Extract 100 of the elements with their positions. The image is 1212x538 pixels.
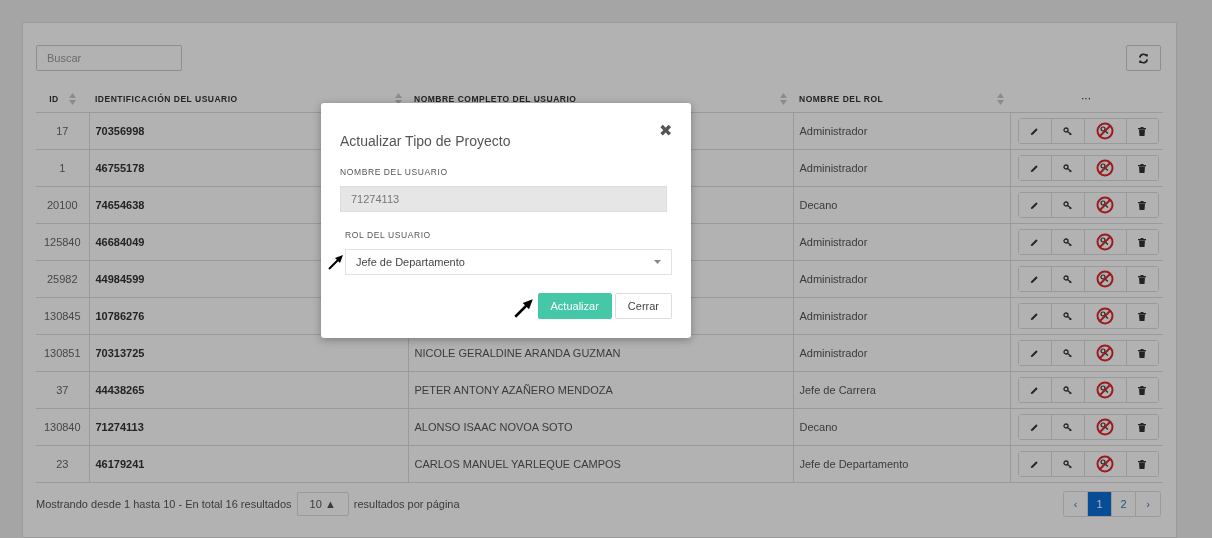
page-size-select[interactable]: 10 ▲ [296, 492, 349, 516]
pencil-icon [1030, 311, 1039, 321]
id-cell: 1 [59, 162, 66, 174]
role-cell: Jefe de Carrera [799, 384, 876, 396]
edit-button[interactable] [1018, 452, 1052, 476]
role-cell: Decano [799, 199, 838, 211]
role-select[interactable]: Jefe de Departamento [345, 249, 672, 275]
pointer-arrow-icon [328, 254, 344, 270]
id-cell: 125840 [43, 236, 81, 248]
pencil-icon [1030, 459, 1039, 469]
caret-icon [654, 260, 661, 264]
id-cell: 25982 [46, 273, 78, 285]
edit-button[interactable] [1018, 378, 1052, 402]
key-icon [1062, 126, 1073, 136]
pencil-icon [1030, 274, 1039, 284]
trash-icon [1138, 200, 1146, 210]
trash-icon [1138, 274, 1146, 284]
id-cell: 20100 [46, 199, 78, 211]
pencil-icon [1030, 385, 1039, 395]
no-key-icon [1096, 196, 1114, 214]
no-key-icon [1096, 381, 1114, 399]
role-cell: Administrador [799, 162, 868, 174]
identification-cell: 46684049 [95, 236, 145, 248]
trash-icon [1138, 385, 1146, 395]
sort-icon[interactable] [395, 93, 402, 105]
id-cell: 130851 [43, 347, 81, 359]
edit-button[interactable] [1018, 341, 1052, 365]
id-cell: 37 [56, 384, 69, 396]
update-button[interactable]: Actualizar [537, 293, 612, 319]
name-cell: ALONSO ISAAC NOVOA SOTO [414, 421, 573, 433]
role-cell: Jefe de Departamento [799, 458, 909, 470]
trash-icon [1138, 459, 1146, 469]
trash-icon [1138, 348, 1146, 358]
page-button[interactable]: ‹ [1064, 492, 1088, 516]
no-key-icon [1096, 159, 1114, 177]
role-cell: Decano [799, 421, 838, 433]
no-key-icon [1096, 233, 1114, 251]
edit-button[interactable] [1018, 230, 1052, 254]
modal-title: Actualizar Tipo de Proyecto [340, 133, 511, 149]
column-header: ID [49, 94, 59, 104]
edit-button[interactable] [1018, 267, 1052, 291]
key-icon [1062, 311, 1073, 321]
page-size-label: resultados por página [353, 498, 460, 510]
no-key-icon [1096, 418, 1114, 436]
identification-cell: 71274113 [95, 421, 144, 433]
edit-button[interactable] [1018, 119, 1052, 143]
close-button[interactable]: ✖ [659, 123, 672, 139]
key-icon [1062, 385, 1073, 395]
role-cell: Administrador [799, 310, 868, 322]
pencil-icon [1030, 237, 1039, 247]
column-header: IDENTIFICACIÓN DEL USUARIO [95, 94, 238, 104]
pencil-icon [1030, 163, 1039, 173]
pencil-icon [1030, 422, 1039, 432]
search-field[interactable]: Buscar [36, 45, 182, 71]
role-cell: Administrador [799, 273, 868, 285]
identification-cell: 10786276 [95, 310, 145, 322]
identification-cell: 46755178 [95, 162, 145, 174]
user-name-field[interactable]: 71274113 [340, 186, 667, 212]
pencil-icon [1030, 348, 1039, 358]
trash-icon [1138, 126, 1146, 136]
edit-button[interactable] [1018, 415, 1052, 439]
refresh-icon [1138, 52, 1149, 64]
refresh-button[interactable] [1126, 45, 1161, 71]
no-key-icon [1096, 344, 1114, 362]
edit-button[interactable] [1018, 193, 1052, 217]
pencil-icon [1030, 126, 1039, 136]
column-header: NOMBRE COMPLETO DEL USUARIO [414, 94, 577, 104]
column-header: ··· [1081, 94, 1092, 104]
trash-icon [1138, 237, 1146, 247]
id-cell: 130840 [43, 421, 81, 433]
pointer-arrow-icon [514, 298, 534, 318]
trash-icon [1138, 311, 1146, 321]
trash-icon [1138, 422, 1146, 432]
name-cell: CARLOS MANUEL YARLEQUE CAMPOS [414, 458, 621, 470]
key-icon [1062, 422, 1073, 432]
role-cell: Administrador [799, 236, 868, 248]
page-button[interactable]: 1 [1088, 492, 1112, 516]
name-cell: NICOLE GERALDINE ARANDA GUZMAN [414, 347, 621, 359]
no-key-icon [1096, 307, 1114, 325]
key-icon [1062, 200, 1073, 210]
identification-cell: 70313725 [95, 347, 145, 359]
edit-button[interactable] [1018, 156, 1052, 180]
role-cell: Administrador [799, 125, 868, 137]
id-cell: 130845 [43, 310, 81, 322]
key-icon [1062, 237, 1073, 247]
identification-cell: 74654638 [95, 199, 145, 211]
field-label: NOMBRE DEL USUARIO [340, 167, 449, 177]
no-key-icon [1096, 122, 1114, 140]
key-icon [1062, 348, 1073, 358]
id-cell: 17 [56, 125, 69, 137]
field-label: ROL DEL USUARIO [345, 230, 432, 240]
id-cell: 23 [56, 458, 69, 470]
close-dialog-button[interactable]: Cerrar [614, 293, 672, 319]
key-icon [1062, 459, 1073, 469]
key-icon [1062, 274, 1073, 284]
no-key-icon [1096, 455, 1114, 473]
column-header: NOMBRE DEL ROL [799, 94, 884, 104]
pencil-icon [1030, 200, 1039, 210]
edit-button[interactable] [1018, 304, 1052, 328]
name-cell: PETER ANTONY AZAÑERO MENDOZA [414, 384, 613, 396]
